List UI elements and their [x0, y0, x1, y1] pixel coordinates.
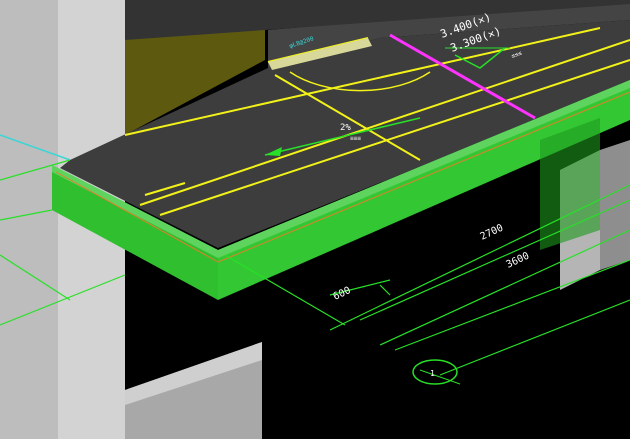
slope-subtext: ≡≡≡ [350, 135, 361, 142]
gray-column-right [600, 140, 630, 270]
slab-shadow-right [540, 118, 600, 250]
slope-text: 2% [340, 123, 351, 133]
cad-3d-viewport[interactable]: 3.400(✕) 3.300(✕) ≤≤≤ 2% ≡≡≡ φL8@200 600… [0, 0, 630, 439]
gray-wall-left [0, 0, 58, 439]
grid-bubble-label: 1 [430, 369, 435, 378]
model-canvas[interactable]: 3.400(✕) 3.300(✕) ≤≤≤ 2% ≡≡≡ φL8@200 600… [0, 0, 630, 439]
